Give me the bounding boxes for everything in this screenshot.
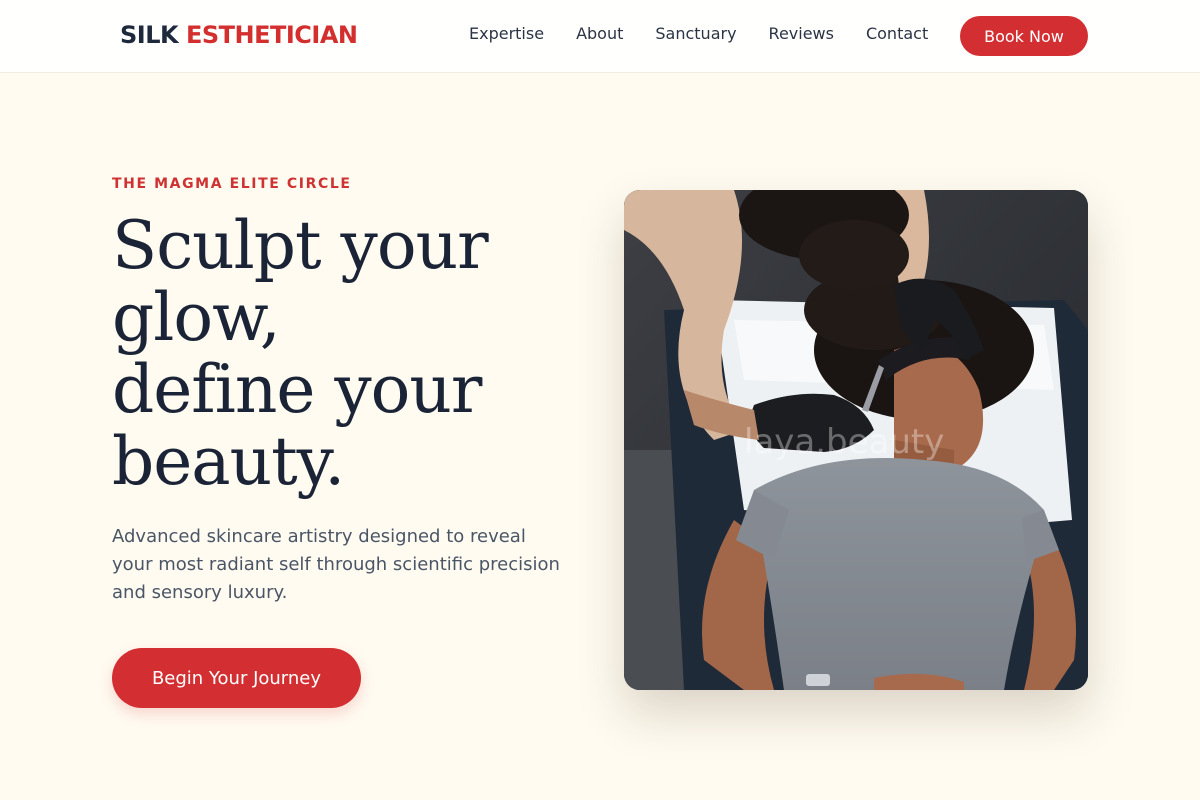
headline-line: Sculpt your	[112, 207, 489, 284]
hero-photo: laya.beauty	[624, 190, 1088, 690]
headline-line: beauty.	[112, 423, 345, 500]
logo-word-silk: SILK	[120, 21, 179, 49]
book-now-button[interactable]: Book Now	[960, 16, 1088, 56]
hero-subtext: Advanced skincare artistry designed to r…	[112, 526, 560, 603]
hero-eyebrow: THE MAGMA ELITE CIRCLE	[112, 176, 352, 192]
logo-word-esthetician: ESTHETICIAN	[185, 21, 358, 49]
hero-headline: Sculpt your glow, define your beauty.	[112, 210, 582, 498]
brand-logo[interactable]: SILK ESTHETICIAN	[120, 20, 358, 50]
nav-link-about[interactable]: About	[576, 24, 623, 44]
navbar: SILK ESTHETICIAN Expertise About Sanctua…	[0, 0, 1200, 73]
nav-link-contact[interactable]: Contact	[866, 24, 928, 44]
headline-line: glow,	[112, 279, 281, 356]
headline-line: define your	[112, 351, 482, 428]
nav-link-expertise[interactable]: Expertise	[469, 24, 544, 44]
nav-link-reviews[interactable]: Reviews	[769, 24, 834, 44]
photo-watermark: laya.beauty	[744, 422, 945, 462]
nav-link-sanctuary[interactable]: Sanctuary	[655, 24, 736, 44]
main-nav: Expertise About Sanctuary Reviews Contac…	[469, 24, 928, 44]
begin-journey-button[interactable]: Begin Your Journey	[112, 648, 361, 708]
